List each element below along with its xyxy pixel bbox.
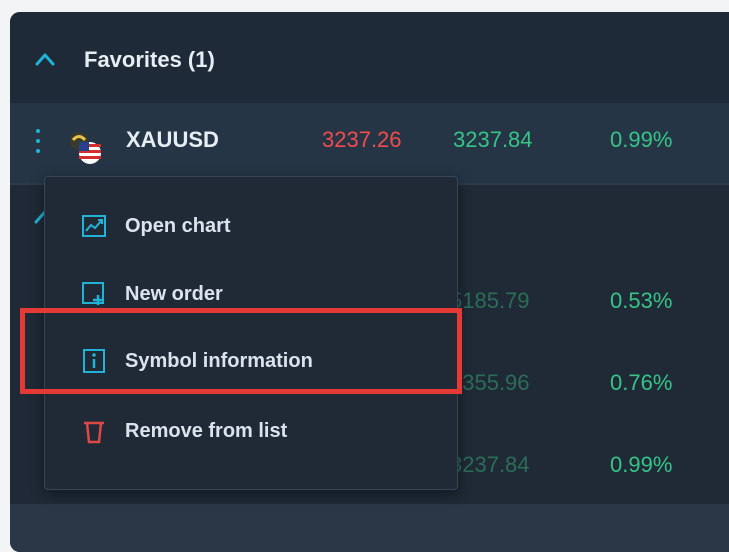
menu-item-label: Open chart xyxy=(125,214,231,237)
menu-item-label: Remove from list xyxy=(125,419,288,442)
panel-footer xyxy=(10,504,729,552)
chart-icon xyxy=(82,215,106,237)
menu-item-label: New order xyxy=(125,282,223,305)
ask-price: 5185.79 xyxy=(450,288,530,313)
change-percent: 0.99% xyxy=(610,127,673,152)
favorites-header[interactable]: Favorites (1) xyxy=(10,12,729,103)
watchlist-panel: Favorites (1) XAUUSD 3237.26 3237.84 0.9… xyxy=(10,12,729,552)
ask-price: 3237.84 xyxy=(453,127,533,152)
menu-item-open-chart[interactable]: Open chart xyxy=(81,210,421,242)
menu-item-remove-from-list[interactable]: Remove from list xyxy=(81,415,421,447)
ask-price: 3237.84 xyxy=(450,452,530,477)
symbol-name: XAUUSD xyxy=(126,127,219,152)
kebab-menu-icon[interactable] xyxy=(36,129,42,159)
trash-icon xyxy=(84,421,104,444)
bid-price: 3237.26 xyxy=(322,127,402,152)
change-percent: 0.53% xyxy=(610,288,673,313)
change-percent: 0.76% xyxy=(610,370,673,395)
gold-usd-flag-icon xyxy=(70,132,101,164)
menu-item-new-order[interactable]: New order xyxy=(81,278,421,310)
new-order-icon xyxy=(82,282,104,305)
favorites-title: Favorites (1) xyxy=(84,47,215,72)
context-menu: Open chart New order Symbol information xyxy=(44,176,458,490)
info-icon xyxy=(83,349,105,373)
ask-price: 2355.96 xyxy=(450,370,530,395)
menu-item-symbol-information[interactable]: Symbol information xyxy=(81,345,421,377)
change-percent: 0.99% xyxy=(610,452,673,477)
chevron-up-icon[interactable] xyxy=(34,50,56,68)
menu-item-label: Symbol information xyxy=(125,349,313,372)
